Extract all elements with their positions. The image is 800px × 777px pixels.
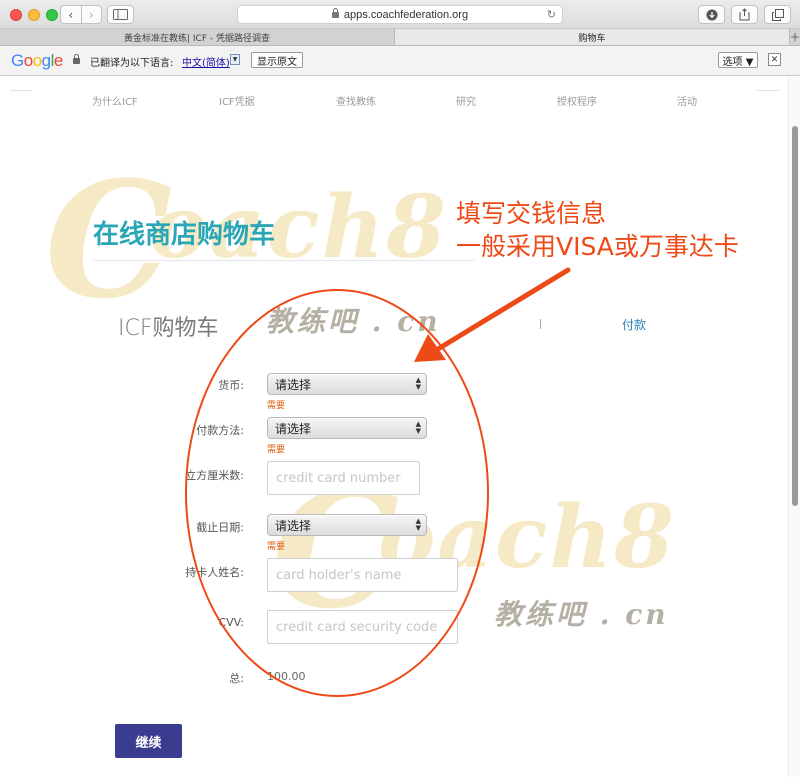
card-number-input[interactable]: credit card number (267, 461, 420, 495)
nav-icf-credentials[interactable]: ICF凭据 (219, 93, 255, 108)
currency-select-value: 请选择 (275, 377, 312, 392)
nav-accreditation[interactable]: 授权程序 (557, 93, 597, 108)
currency-label: 货币: (218, 379, 244, 392)
maximize-window-button[interactable] (46, 9, 58, 21)
expiry-select[interactable]: 请选择 ▲ ▼ (267, 514, 427, 536)
language-dropdown-button[interactable]: ▼ (230, 54, 240, 65)
select-arrows-icon: ▲ ▼ (415, 376, 421, 391)
translated-message: 已翻译为以下语言: (90, 58, 174, 69)
share-button[interactable] (731, 5, 758, 24)
divider (757, 90, 779, 91)
step-separator (540, 319, 541, 329)
cart-heading: ICF购物车 (118, 316, 219, 341)
cvv-input[interactable]: credit card security code (267, 610, 458, 644)
chevron-left-icon: ‹ (68, 7, 74, 22)
divider (10, 90, 32, 91)
target-language-link[interactable]: 中文(简体) (182, 54, 230, 69)
nav-find-coach[interactable]: 查找教练 (336, 93, 376, 108)
select-arrows-icon: ▲ ▼ (415, 517, 421, 532)
reload-icon[interactable]: ↻ (547, 8, 556, 21)
select-arrows-icon: ▲ ▼ (415, 420, 421, 435)
total-value: 100.00 (267, 670, 306, 683)
google-translate-bar: Google 已翻译为以下语言: 中文(简体) ▼ 显示原文 选项 ▼ ✕ (0, 46, 800, 76)
annotation-line-2: 一般采用VISA或万事达卡 (456, 232, 739, 261)
close-window-button[interactable] (10, 9, 22, 21)
holder-name-input[interactable]: card holder's name (267, 558, 458, 592)
share-icon (739, 8, 750, 21)
annotation-line-1: 填写交钱信息 (456, 199, 607, 228)
window-titlebar: ‹ › apps.coachfederation.org ↻ (0, 0, 800, 29)
currency-required: 需要 (267, 401, 286, 411)
cvv-label: CVV: (218, 616, 244, 629)
page-title: 在线商店购物车 (93, 220, 276, 250)
back-button[interactable]: ‹ (61, 6, 81, 23)
payment-method-label: 付款方法: (196, 424, 244, 437)
tabs-icon (771, 8, 784, 21)
currency-select[interactable]: 请选择 ▲ ▼ (267, 373, 427, 395)
url-text: apps.coachfederation.org (343, 8, 469, 21)
expiry-select-value: 请选择 (275, 518, 312, 533)
payment-method-select-value: 请选择 (275, 421, 312, 436)
triangle-down-icon: ▼ (232, 56, 238, 63)
chevron-right-icon: › (88, 7, 94, 22)
continue-button[interactable]: 继续 (115, 724, 182, 758)
tab-overview-button[interactable] (764, 5, 791, 24)
annotation-arrow-shaft (435, 267, 571, 352)
annotation-text: 填写交钱信息 一般采用VISA或万事达卡 (456, 197, 739, 263)
minimize-window-button[interactable] (28, 9, 40, 21)
nav-research[interactable]: 研究 (456, 93, 476, 108)
new-tab-button[interactable]: + (790, 29, 800, 45)
plus-icon: + (789, 30, 800, 44)
annotation-arrow-head (414, 334, 446, 362)
watermark-sub: 教练吧 . cn (266, 305, 441, 338)
google-logo: Google (11, 51, 63, 70)
download-icon (706, 9, 717, 20)
divider (93, 260, 475, 261)
sidebar-toggle-button[interactable] (107, 5, 134, 24)
total-label: 总: (229, 672, 244, 685)
address-bar[interactable]: apps.coachfederation.org ↻ (237, 5, 563, 24)
lock-icon (331, 7, 339, 18)
step-payment-link[interactable]: 付款 (622, 316, 646, 333)
card-number-label: 立方厘米数: (185, 469, 244, 482)
expiry-required: 需要 (267, 542, 286, 552)
sidebar-icon (113, 9, 128, 20)
tab-bar: 黃金标准在教练| ICF - 凭据路径调查 购物车 + (0, 29, 800, 46)
payment-method-select[interactable]: 请选择 ▲ ▼ (267, 417, 427, 439)
nav-why-icf[interactable]: 为什么ICF (92, 93, 138, 108)
history-nav: ‹ › (60, 5, 102, 24)
lock-icon (73, 54, 80, 64)
show-original-button[interactable]: 显示原文 (251, 52, 303, 68)
close-translate-bar-button[interactable]: ✕ (768, 53, 781, 66)
nav-events[interactable]: 活动 (677, 93, 697, 108)
watermark-sub: 教练吧 . cn (494, 598, 669, 631)
expiry-label: 截止日期: (196, 521, 244, 534)
scrollbar-thumb[interactable] (792, 126, 798, 506)
payment-method-required: 需要 (267, 445, 286, 455)
downloads-button[interactable] (698, 5, 725, 24)
forward-button[interactable]: › (80, 6, 102, 23)
holder-name-label: 持卡人姓名: (185, 566, 244, 579)
tab-label: 购物车 (578, 33, 606, 44)
translate-options-button[interactable]: 选项 ▼ (718, 52, 758, 68)
tab-shopping-cart[interactable]: 购物车 (394, 29, 790, 45)
tab-label: 黃金标准在教练| ICF - 凭据路径调查 (123, 33, 270, 44)
tab-icf-survey[interactable]: 黃金标准在教练| ICF - 凭据路径调查 (0, 29, 395, 45)
